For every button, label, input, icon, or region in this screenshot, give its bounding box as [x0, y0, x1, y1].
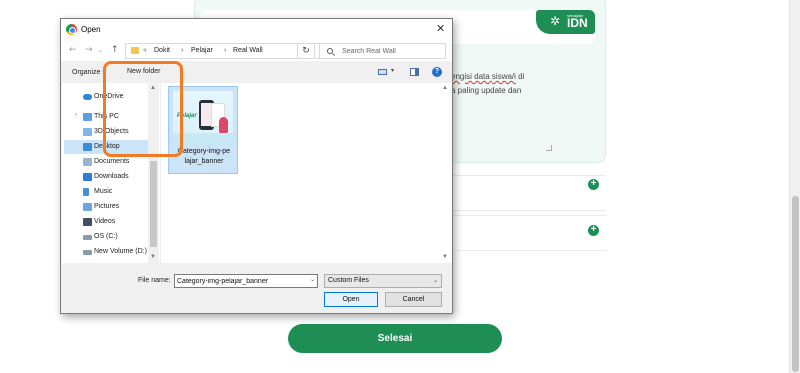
search-icon: [327, 48, 333, 54]
file-name: lajar_banner: [184, 158, 224, 165]
drive-icon: [83, 235, 92, 240]
thumbnail-person: [219, 117, 228, 133]
breadcrumb-item[interactable]: Real Wall: [233, 47, 263, 54]
cancel-button[interactable]: Cancel: [385, 292, 442, 307]
file-name-input[interactable]: [174, 274, 318, 288]
forward-arrow-icon[interactable]: →: [85, 45, 93, 55]
selesai-button[interactable]: Selesai: [288, 324, 502, 353]
breadcrumb-separator[interactable]: ›: [181, 47, 183, 54]
nav-item-label: OS (C:): [94, 233, 118, 240]
nav-item-label: Videos: [94, 218, 116, 225]
nav-item-label: Music: [94, 188, 113, 195]
dialog-titlebar: Open ✕: [61, 19, 452, 41]
list-row: [451, 175, 606, 211]
nav-item-music[interactable]: Music: [64, 185, 148, 199]
nav-item-label: Pictures: [94, 203, 120, 210]
breadcrumb-overflow[interactable]: «: [143, 47, 147, 54]
pictures-icon: [83, 203, 92, 211]
refresh-button[interactable]: ↻: [297, 43, 315, 59]
nav-item-os-c[interactable]: OS (C:): [64, 230, 148, 244]
nav-item-label: Documents: [94, 158, 130, 165]
description-text: engisi data: [451, 72, 492, 81]
download-icon: [83, 173, 92, 181]
add-button[interactable]: +: [588, 179, 599, 190]
address-toolbar: ← → ⌄ ↑ « Dokit › Pelajar › Real Wall ⌄ …: [61, 41, 452, 61]
search-box[interactable]: [319, 43, 446, 59]
recent-chevron-icon[interactable]: ⌄: [98, 47, 103, 54]
nav-item-new-volume[interactable]: New Volume (D:): [64, 245, 148, 259]
desktop-icon: [83, 143, 92, 151]
brand-badge-text: IDN: [567, 16, 588, 30]
file-type-select[interactable]: Custom Files ⌄: [324, 274, 442, 288]
page-scrollbar[interactable]: [789, 0, 800, 373]
cube-icon: [83, 128, 92, 136]
view-options-icon[interactable]: [378, 69, 387, 75]
add-button[interactable]: +: [588, 225, 599, 236]
up-arrow-icon[interactable]: ↑: [111, 45, 119, 55]
file-name-dropdown-icon[interactable]: ⌄: [310, 276, 315, 283]
preview-pane-icon[interactable]: [410, 68, 419, 76]
brand-mark-icon: ✲: [550, 14, 561, 28]
scroll-up-icon[interactable]: ▲: [442, 85, 448, 91]
breadcrumb-item[interactable]: Pelajar: [191, 47, 213, 54]
search-input[interactable]: [342, 46, 442, 56]
breadcrumb-separator[interactable]: ›: [224, 47, 226, 54]
scroll-down-icon[interactable]: ▼: [150, 254, 156, 260]
expand-chevron-icon[interactable]: ›: [75, 112, 77, 118]
dialog-footer: File name: ⌄ Custom Files ⌄ Open Cancel: [61, 265, 452, 313]
dialog-title: Open: [81, 25, 101, 34]
document-icon: [83, 158, 92, 166]
scroll-down-icon[interactable]: ▼: [442, 254, 448, 260]
nav-item-downloads[interactable]: Downloads: [64, 170, 148, 184]
drive-icon: [83, 250, 92, 255]
nav-item-documents[interactable]: Documents: [64, 155, 148, 169]
file-scrollbar[interactable]: ▲ ▼: [440, 83, 451, 263]
close-icon[interactable]: ✕: [436, 22, 445, 35]
view-chevron-icon[interactable]: ▾: [391, 67, 394, 74]
brand-badge: ✲ sebagian IDN: [536, 10, 595, 34]
nav-scroll-thumb[interactable]: [150, 161, 157, 247]
cloud-icon: [83, 94, 92, 100]
chrome-icon: [66, 24, 77, 35]
nav-item-label: New Volume (D:): [94, 248, 147, 255]
page-scroll-thumb[interactable]: [792, 196, 799, 372]
organize-button[interactable]: Organize ▾: [72, 68, 106, 76]
description-text: di: [515, 72, 525, 81]
resize-grip-icon[interactable]: [546, 145, 552, 151]
file-type-value: Custom Files: [328, 277, 369, 284]
file-name-label: File name:: [138, 277, 171, 284]
list-row: [451, 215, 606, 251]
file-list: Pelajar Category-img-pe lajar_banner ▲ ▼: [161, 83, 452, 263]
back-arrow-icon[interactable]: ←: [69, 45, 77, 55]
help-icon[interactable]: ?: [432, 67, 442, 77]
nav-item-pictures[interactable]: Pictures: [64, 200, 148, 214]
description-text: a paling update dan: [451, 86, 522, 95]
folder-icon: [131, 47, 139, 54]
computer-icon: [83, 113, 92, 121]
open-button[interactable]: Open: [324, 292, 378, 307]
description-link: siswa/i: [491, 72, 516, 81]
music-note-icon: [83, 188, 89, 196]
description-line: a paling update dan: [451, 86, 521, 95]
video-icon: [83, 218, 92, 226]
nav-item-label: Downloads: [94, 173, 129, 180]
nav-item-videos[interactable]: Videos: [64, 215, 148, 229]
breadcrumb-item[interactable]: Dokit: [154, 47, 170, 54]
description-line: engisi data siswa/i di: [451, 72, 524, 81]
selection-highlight: [103, 61, 183, 157]
chevron-down-icon: ⌄: [433, 278, 439, 284]
